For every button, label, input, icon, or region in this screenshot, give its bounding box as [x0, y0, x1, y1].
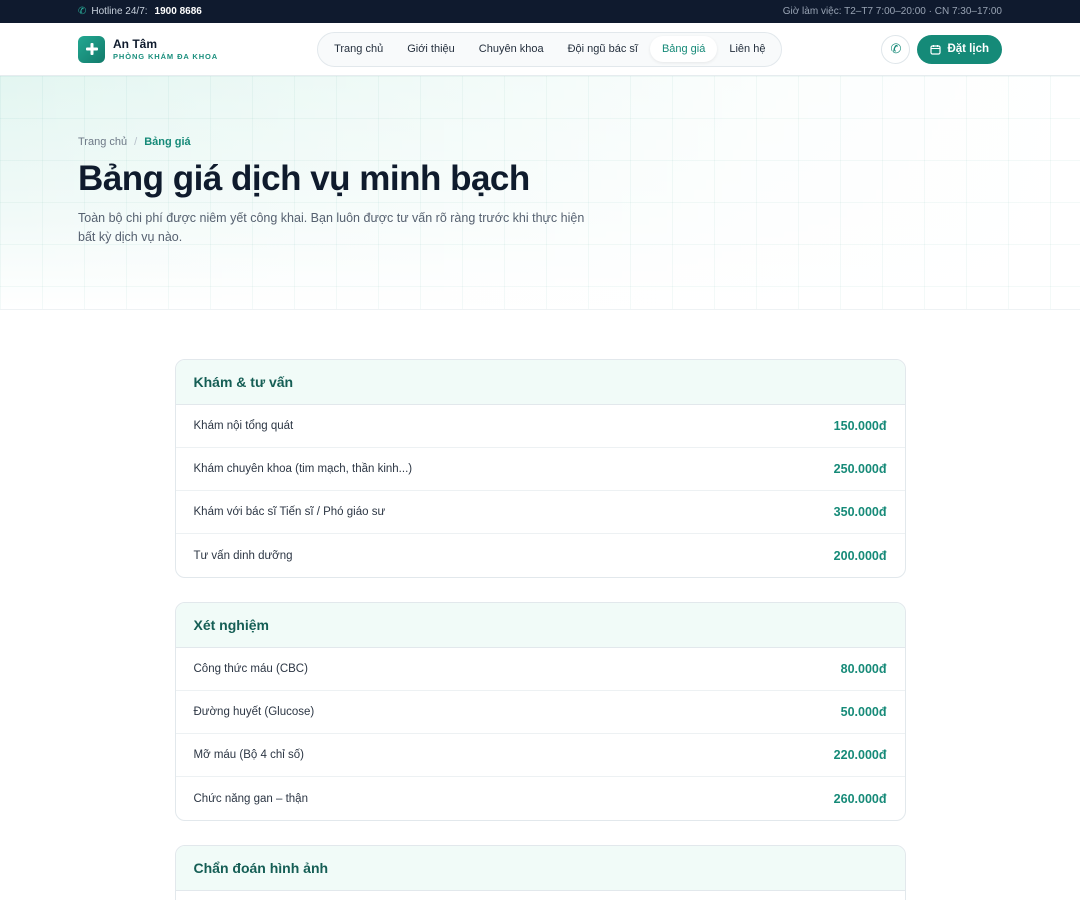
price-row: Khám nội tổng quát 150.000đ — [175, 405, 905, 448]
service-name: Khám với bác sĩ Tiến sĩ / Phó giáo sư — [193, 506, 386, 518]
page-description: Toàn bộ chi phí được niêm yết công khai.… — [78, 211, 585, 244]
price-row: Mỡ máu (Bộ 4 chỉ số) 220.000đ — [175, 734, 905, 777]
brand-subtitle: PHÒNG KHÁM ĐA KHOA — [113, 51, 219, 61]
main-nav: Trang chủ Giới thiệu Chuyên khoa Đội ngũ… — [317, 31, 783, 67]
nav-item-home[interactable]: Trang chủ — [322, 36, 395, 62]
price-group-imaging: Chẩn đoán hình ảnh — [174, 845, 906, 900]
calendar-icon — [930, 44, 942, 55]
service-price: 200.000đ — [833, 548, 887, 563]
price-row: Công thức máu (CBC) 80.000đ — [175, 648, 905, 691]
service-price: 250.000đ — [833, 462, 887, 476]
medical-cross-icon — [78, 35, 105, 63]
service-price: 220.000đ — [833, 748, 887, 762]
service-price: 150.000đ — [833, 419, 887, 433]
call-button[interactable]: ✆ — [881, 34, 911, 64]
service-name: Tư vấn dinh dưỡng — [193, 549, 293, 562]
brand-name: An Tâm — [113, 36, 158, 51]
price-row: Khám với bác sĩ Tiến sĩ / Phó giáo sư 35… — [175, 491, 905, 534]
price-group-lab-tests: Xét nghiệm Công thức máu (CBC) 80.000đ Đ… — [174, 602, 906, 821]
brand-texts: An Tâm PHÒNG KHÁM ĐA KHOA — [113, 38, 218, 61]
nav-item-about[interactable]: Giới thiệu — [395, 36, 467, 62]
book-appointment-button[interactable]: Đặt lịch — [917, 34, 1002, 64]
breadcrumb: Trang chủ / Bảng giá — [78, 136, 1002, 148]
service-name: Khám chuyên khoa (tim mạch, thần kinh...… — [193, 463, 413, 475]
nav-item-pricing[interactable]: Bảng giá — [649, 36, 718, 62]
top-bar: ✆ Hotline 24/7: 1900 8686 Giờ làm việc: … — [0, 0, 1080, 23]
service-name: Chức năng gan – thận — [193, 792, 308, 805]
nav-item-specialties[interactable]: Chuyên khoa — [467, 36, 556, 62]
price-row: Đường huyết (Glucose) 50.000đ — [175, 691, 905, 734]
header-actions: ✆ Đặt lịch — [881, 34, 1002, 64]
phone-icon: ✆ — [78, 6, 87, 17]
price-group-title: Chẩn đoán hình ảnh — [175, 846, 905, 891]
price-row: Khám chuyên khoa (tim mạch, thần kinh...… — [175, 448, 905, 491]
working-hours: Giờ làm việc: T2–T7 7:00–20:00 · CN 7:30… — [782, 6, 1002, 17]
price-row: Chức năng gan – thận 260.000đ — [176, 777, 905, 820]
page-title: Bảng giá dịch vụ minh bạch — [78, 159, 530, 198]
price-group-title: Xét nghiệm — [175, 603, 905, 648]
book-label: Đặt lịch — [947, 43, 989, 55]
service-price: 350.000đ — [833, 505, 887, 519]
service-name: Mỡ máu (Bộ 4 chỉ số) — [193, 749, 304, 761]
service-price: 50.000đ — [840, 705, 887, 719]
service-price: 80.000đ — [840, 662, 887, 676]
nav-item-doctors[interactable]: Đội ngũ bác sĩ — [556, 36, 650, 62]
hotline-number[interactable]: 1900 8686 — [155, 6, 202, 17]
service-name: Đường huyết (Glucose) — [193, 706, 315, 718]
breadcrumb-current: Bảng giá — [144, 136, 191, 148]
plus-glyph — [85, 43, 98, 55]
price-row — [176, 891, 905, 900]
breadcrumb-separator: / — [134, 136, 138, 148]
brand-logo-link[interactable]: An Tâm PHÒNG KHÁM ĐA KHOA — [78, 35, 218, 63]
page-hero: Trang chủ / Bảng giá Bảng giá dịch vụ mi… — [0, 76, 1080, 310]
price-group-consultation: Khám & tư vấn Khám nội tổng quát 150.000… — [174, 359, 906, 578]
price-list: Khám & tư vấn Khám nội tổng quát 150.000… — [0, 310, 1080, 900]
phone-icon: ✆ — [890, 41, 902, 56]
hotline-label: Hotline 24/7: — [91, 6, 148, 17]
nav-item-contact[interactable]: Liên hệ — [717, 36, 777, 62]
hotline[interactable]: ✆ Hotline 24/7: 1900 8686 — [78, 6, 202, 17]
price-row: Tư vấn dinh dưỡng 200.000đ — [176, 534, 905, 577]
service-name: Công thức máu (CBC) — [193, 663, 308, 675]
service-name: Khám nội tổng quát — [193, 420, 294, 432]
breadcrumb-home[interactable]: Trang chủ — [78, 136, 127, 148]
price-group-title: Khám & tư vấn — [175, 360, 905, 405]
site-header: An Tâm PHÒNG KHÁM ĐA KHOA Trang chủ Giới… — [0, 23, 1080, 76]
service-price: 260.000đ — [833, 791, 887, 806]
